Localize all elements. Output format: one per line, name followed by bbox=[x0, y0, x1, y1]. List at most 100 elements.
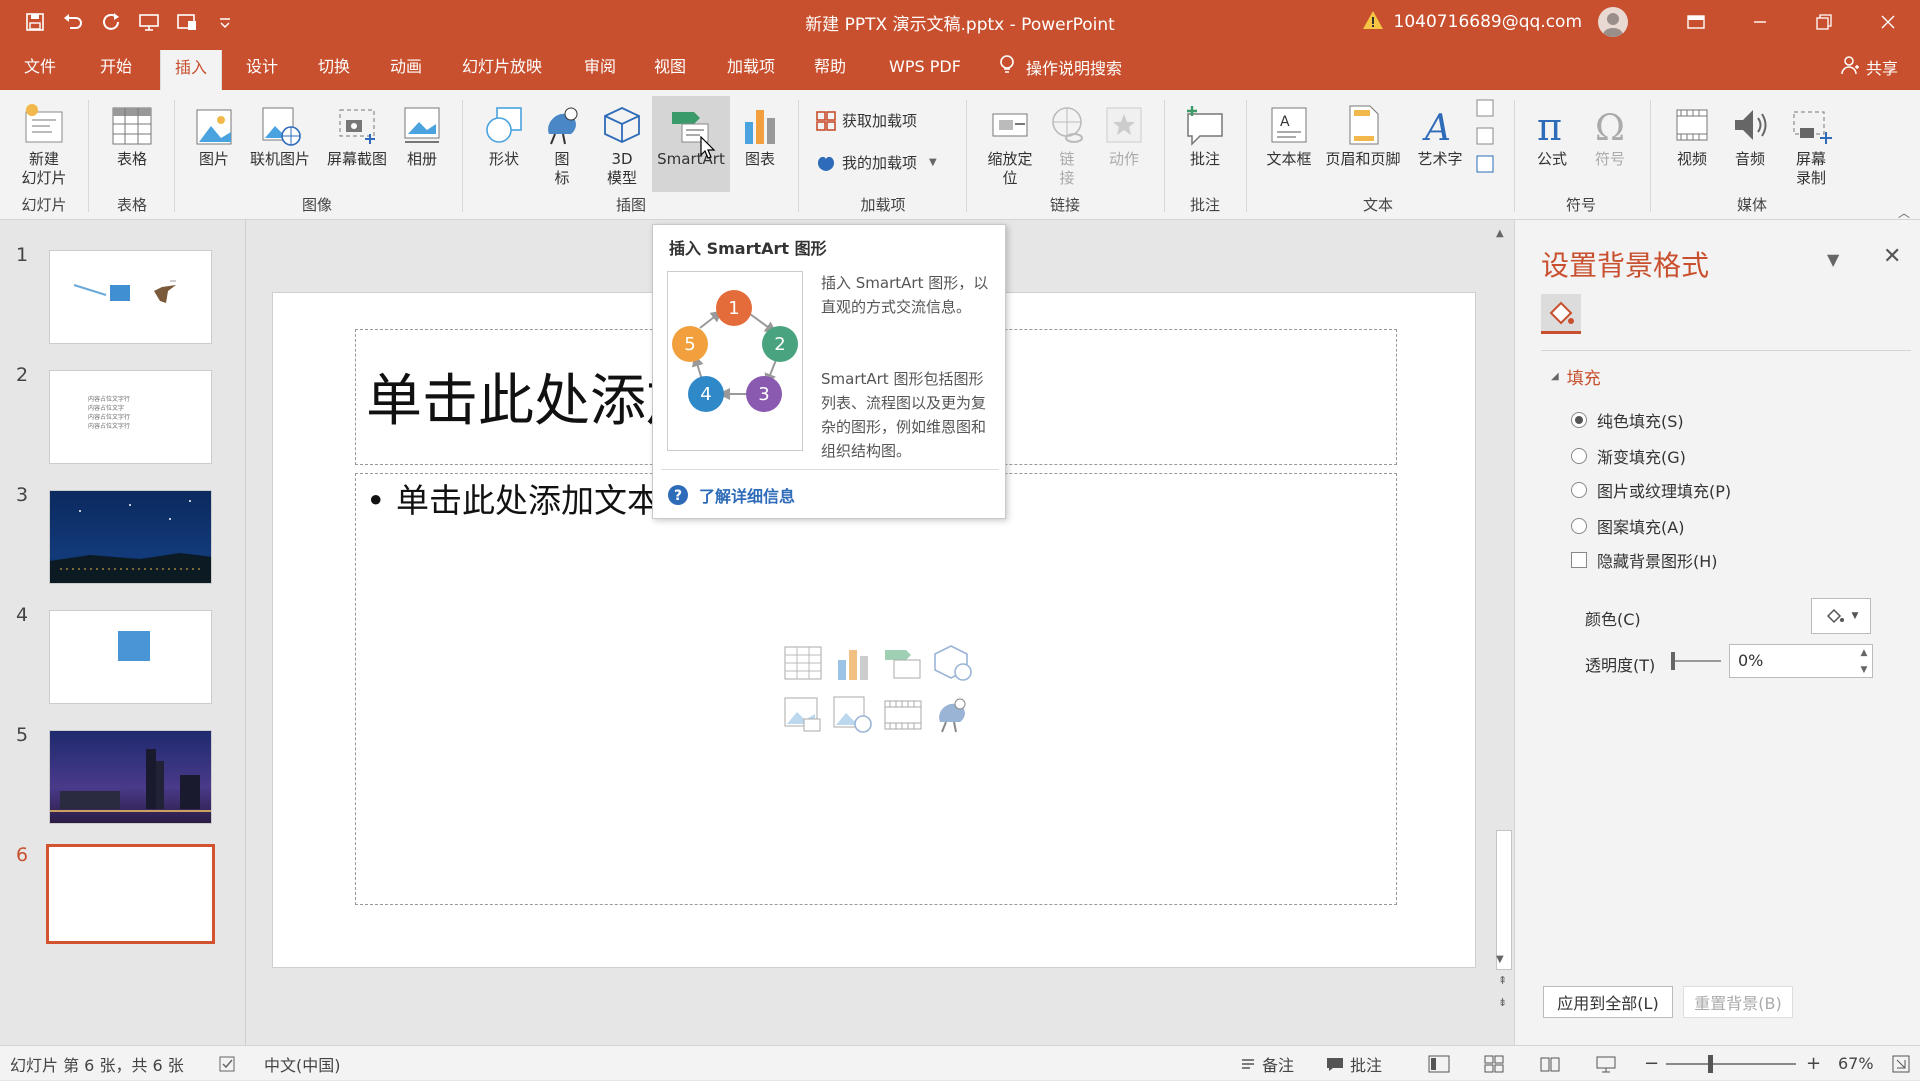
textbox-button[interactable]: A 文本框 bbox=[1258, 100, 1320, 169]
avatar[interactable] bbox=[1598, 7, 1628, 37]
reading-view-icon[interactable] bbox=[1540, 1046, 1560, 1081]
tab-slideshow[interactable]: 幻灯片放映 bbox=[458, 44, 546, 90]
my-addins-button[interactable]: 我的加载项 ▼ bbox=[816, 152, 937, 173]
scroll-down-icon[interactable]: ▼ bbox=[1496, 954, 1504, 965]
tab-file[interactable]: 文件 bbox=[18, 44, 62, 90]
slide-thumbnail-2[interactable]: 内容占位文字行 内容占位文字 内容占位文字行 内容占位文字行 bbox=[49, 370, 212, 464]
reset-background-button[interactable]: 重置背景(B) bbox=[1683, 986, 1793, 1018]
shapes-button[interactable]: 形状 bbox=[476, 100, 532, 169]
fit-to-window-icon[interactable] bbox=[1892, 1046, 1910, 1081]
solid-fill-option[interactable]: 纯色填充(S) bbox=[1571, 408, 1684, 432]
new-slide-button[interactable]: 新建 幻灯片 bbox=[14, 100, 74, 188]
next-slide-icon[interactable]: ⇟ bbox=[1498, 996, 1507, 1009]
pane-options-chevron-icon[interactable]: ▼ bbox=[1827, 250, 1839, 269]
spellcheck-icon[interactable] bbox=[218, 1046, 238, 1081]
zoom-in-icon[interactable]: + bbox=[1806, 1046, 1821, 1081]
hide-background-checkbox[interactable] bbox=[1571, 552, 1587, 568]
apply-to-all-button[interactable]: 应用到全部(L) bbox=[1543, 986, 1673, 1018]
symbol-button[interactable]: Ω 符号 bbox=[1584, 100, 1636, 169]
pattern-fill-option[interactable]: 图案填充(A) bbox=[1571, 514, 1684, 538]
scroll-up-icon[interactable]: ▲ bbox=[1496, 228, 1504, 239]
smartart-button[interactable]: SmartArt bbox=[652, 96, 730, 192]
audio-button[interactable]: 音频 bbox=[1722, 100, 1778, 169]
restore-icon[interactable] bbox=[1792, 0, 1856, 44]
gradient-fill-option[interactable]: 渐变填充(G) bbox=[1571, 444, 1686, 468]
radio-gradient-fill[interactable] bbox=[1571, 448, 1587, 464]
table-button[interactable]: 表格 bbox=[102, 100, 162, 169]
learn-more-link[interactable]: ? 了解详细信息 bbox=[667, 483, 795, 507]
chart-button[interactable]: 图表 bbox=[734, 100, 786, 169]
slide-thumbnail-pane[interactable]: 1 2 内容占位文字行 内容占位文字 内容占位文字行 内容占位文字行 3 4 5 6 bbox=[0, 220, 245, 1045]
color-picker-button[interactable]: ▼ bbox=[1811, 598, 1871, 634]
get-addins-button[interactable]: 获取加载项 bbox=[816, 110, 917, 131]
link-button[interactable]: 链 接 bbox=[1044, 100, 1090, 188]
tab-animations[interactable]: 动画 bbox=[384, 44, 428, 90]
wordart-button[interactable]: A 艺术字 bbox=[1410, 100, 1470, 169]
slide-thumbnail-3[interactable] bbox=[49, 490, 212, 584]
slide-thumbnail-5[interactable] bbox=[49, 730, 212, 824]
icons-button[interactable]: 图 标 bbox=[536, 100, 588, 188]
tab-wps-pdf[interactable]: WPS PDF bbox=[880, 44, 970, 90]
transparency-slider-thumb[interactable] bbox=[1671, 652, 1675, 670]
screenshot-button[interactable]: 屏幕截图 bbox=[318, 100, 396, 169]
radio-pattern-fill[interactable] bbox=[1571, 518, 1587, 534]
tab-view[interactable]: 视图 bbox=[648, 44, 692, 90]
slideshow-view-icon[interactable] bbox=[1596, 1046, 1616, 1081]
text-more-buttons[interactable] bbox=[1472, 98, 1498, 185]
tab-home[interactable]: 开始 bbox=[94, 44, 138, 90]
zoom-slider-thumb[interactable] bbox=[1708, 1054, 1713, 1073]
notes-button[interactable]: 备注 bbox=[1240, 1046, 1294, 1081]
tell-me-search[interactable]: 操作说明搜索 bbox=[998, 44, 1122, 90]
hide-background-graphics-option[interactable]: 隐藏背景图形(H) bbox=[1571, 548, 1718, 572]
tab-transitions[interactable]: 切换 bbox=[312, 44, 356, 90]
radio-solid-fill[interactable] bbox=[1571, 412, 1587, 428]
language-indicator[interactable]: 中文(中国) bbox=[264, 1046, 341, 1081]
picture-button[interactable]: 图片 bbox=[186, 100, 242, 169]
equation-button[interactable]: π 公式 bbox=[1526, 100, 1578, 169]
tab-design[interactable]: 设计 bbox=[240, 44, 284, 90]
insert-smartart-icon[interactable] bbox=[882, 642, 924, 684]
slide-thumbnail-4[interactable] bbox=[49, 610, 212, 704]
account-name[interactable]: 1040716689@qq.com bbox=[1394, 12, 1582, 32]
zoom-out-icon[interactable]: − bbox=[1644, 1046, 1659, 1081]
picture-fill-option[interactable]: 图片或纹理填充(P) bbox=[1571, 478, 1731, 502]
insert-online-picture-icon[interactable] bbox=[832, 694, 874, 736]
tab-help[interactable]: 帮助 bbox=[808, 44, 852, 90]
collapse-ribbon-icon[interactable]: ︿ bbox=[1898, 204, 1910, 221]
comments-button[interactable]: 批注 bbox=[1326, 1046, 1382, 1081]
zoom-button[interactable]: 缩放定 位 bbox=[978, 100, 1042, 188]
video-button[interactable]: 视频 bbox=[1664, 100, 1720, 169]
screen-record-button[interactable]: 屏幕 录制 bbox=[1780, 100, 1842, 188]
warning-icon[interactable] bbox=[1362, 10, 1384, 34]
content-placeholder[interactable]: • 单击此处添加文本 bbox=[355, 473, 1397, 905]
fill-tab[interactable] bbox=[1541, 294, 1581, 334]
radio-picture-fill[interactable] bbox=[1571, 482, 1587, 498]
album-button[interactable]: 相册 bbox=[394, 100, 450, 169]
insert-video-icon[interactable] bbox=[882, 694, 924, 736]
slide-thumbnail-1[interactable] bbox=[49, 250, 212, 344]
ribbon-display-options-icon[interactable] bbox=[1664, 0, 1728, 44]
spin-up-icon[interactable]: ▲ bbox=[1861, 648, 1868, 658]
insert-3d-model-icon[interactable] bbox=[932, 642, 974, 684]
online-picture-button[interactable]: 联机图片 bbox=[244, 100, 316, 169]
transparency-input[interactable]: 0% bbox=[1729, 644, 1873, 678]
tab-addins[interactable]: 加载项 bbox=[720, 44, 782, 90]
insert-icon-icon[interactable] bbox=[932, 694, 974, 736]
header-footer-button[interactable]: 页眉和页脚 bbox=[1318, 100, 1408, 169]
3d-model-button[interactable]: 3D 模型 bbox=[594, 100, 650, 188]
insert-picture-icon[interactable] bbox=[782, 694, 824, 736]
minimize-icon[interactable] bbox=[1728, 0, 1792, 44]
pane-close-icon[interactable]: ✕ bbox=[1883, 244, 1901, 269]
fill-section-header[interactable]: ◢ 填充 bbox=[1551, 364, 1601, 389]
scrollbar-thumb[interactable] bbox=[1496, 830, 1512, 970]
normal-view-icon[interactable] bbox=[1428, 1046, 1450, 1081]
comment-button[interactable]: 批注 bbox=[1176, 100, 1234, 169]
transparency-spinner[interactable]: ▲ ▼ bbox=[1855, 644, 1873, 678]
zoom-slider[interactable] bbox=[1666, 1046, 1796, 1081]
vertical-scrollbar[interactable]: ▲ ▼ ⇞ ⇟ bbox=[1494, 226, 1514, 1016]
action-button[interactable]: 动作 bbox=[1096, 100, 1152, 169]
share-button[interactable]: 共享 bbox=[1840, 44, 1898, 90]
tab-insert[interactable]: 插入 bbox=[160, 50, 222, 90]
transparency-slider[interactable] bbox=[1671, 660, 1721, 662]
insert-chart-icon[interactable] bbox=[832, 642, 874, 684]
